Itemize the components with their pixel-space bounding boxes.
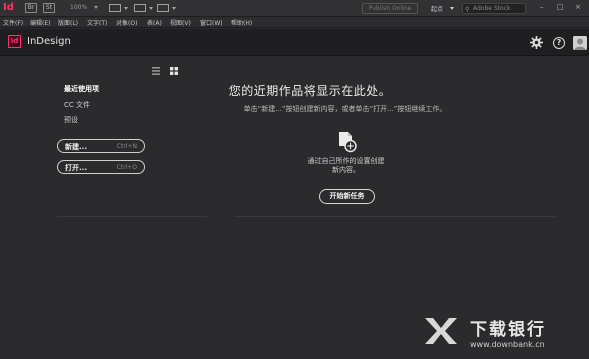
- gear-icon[interactable]: [530, 36, 543, 49]
- stock-button[interactable]: St: [43, 3, 55, 13]
- application-bar: Id Br St 100% Publish Online 起点 ⚲ Adobe …: [0, 0, 589, 17]
- instructions-text: 单击“新建...”按钮创建新内容，或者单击“打开...”按钮继续工作。: [243, 105, 447, 113]
- menu-table[interactable]: 表(A): [147, 18, 162, 27]
- open-button-label: 打开...: [65, 164, 87, 172]
- main-divider: [235, 216, 555, 217]
- menu-type[interactable]: 文字(T): [87, 18, 107, 27]
- menu-object[interactable]: 对象(O): [116, 18, 137, 27]
- maximize-icon[interactable]: □: [557, 3, 564, 11]
- menu-help[interactable]: 帮助(H): [231, 18, 252, 27]
- start-hint: 通过自己所作的设置创建 新内容。: [300, 157, 392, 175]
- minimize-icon[interactable]: –: [540, 3, 544, 11]
- sidebar-item-recent[interactable]: 最近使用项: [64, 84, 99, 94]
- view-options-icon[interactable]: [109, 4, 121, 12]
- search-icon: ⚲: [465, 6, 470, 13]
- new-button-shortcut: Ctrl+N: [116, 143, 137, 150]
- menu-bar: 文件(F) 编辑(E) 版面(L) 文字(T) 对象(O) 表(A) 视图(V)…: [0, 17, 589, 28]
- sidebar-item-cc-files[interactable]: CC 文件: [64, 100, 90, 110]
- hint-line-2: 新内容。: [332, 166, 360, 174]
- chevron-down-icon[interactable]: [94, 6, 98, 9]
- open-document-button[interactable]: 打开... Ctrl+O: [57, 160, 145, 174]
- chevron-down-icon[interactable]: [450, 7, 454, 10]
- menu-layout[interactable]: 版面(L): [58, 18, 78, 27]
- watermark-url: www.downbank.cn: [470, 340, 545, 349]
- chevron-down-icon[interactable]: [172, 7, 176, 10]
- workspace-switcher[interactable]: 起点: [431, 4, 443, 13]
- bridge-button[interactable]: Br: [25, 3, 37, 13]
- watermark-title: 下载银行: [470, 320, 546, 340]
- avatar-icon[interactable]: [573, 36, 587, 50]
- publish-online-button[interactable]: Publish Online: [362, 3, 418, 14]
- new-button-label: 新建...: [65, 143, 87, 151]
- open-button-shortcut: Ctrl+O: [116, 164, 137, 171]
- list-view-icon[interactable]: [152, 67, 160, 75]
- menu-view[interactable]: 视图(V): [170, 18, 191, 27]
- help-icon[interactable]: ?: [553, 37, 565, 49]
- start-title-bar: [0, 29, 589, 56]
- new-document-button[interactable]: 新建... Ctrl+N: [57, 139, 145, 153]
- indesign-logo: Id: [3, 2, 14, 13]
- stock-search-input[interactable]: ⚲ Adobe Stock: [462, 3, 526, 14]
- left-divider: [57, 216, 207, 217]
- stock-search-placeholder: Adobe Stock: [473, 5, 511, 12]
- hint-line-1: 通过自己所作的设置创建: [307, 157, 385, 165]
- menu-file[interactable]: 文件(F): [3, 18, 23, 27]
- downbank-logo-icon: [425, 318, 457, 344]
- close-icon[interactable]: ×: [575, 3, 581, 11]
- menu-window[interactable]: 窗口(W): [200, 18, 223, 27]
- screen-mode-icon[interactable]: [134, 4, 146, 12]
- arrange-documents-icon[interactable]: [157, 4, 169, 12]
- chevron-down-icon[interactable]: [124, 7, 128, 10]
- grid-view-icon[interactable]: [170, 67, 178, 75]
- new-document-plus-icon: [339, 132, 357, 153]
- start-new-task-button[interactable]: 开始新任务: [319, 189, 375, 204]
- menu-edit[interactable]: 编辑(E): [30, 18, 50, 27]
- sidebar-item-presets[interactable]: 预设: [64, 115, 78, 125]
- app-name: InDesign: [27, 36, 71, 47]
- indesign-app-icon: Id: [8, 35, 21, 48]
- zoom-level[interactable]: 100%: [70, 4, 87, 11]
- chevron-down-icon[interactable]: [149, 7, 153, 10]
- page-title: 您的近期作品将显示在此处。: [228, 84, 392, 98]
